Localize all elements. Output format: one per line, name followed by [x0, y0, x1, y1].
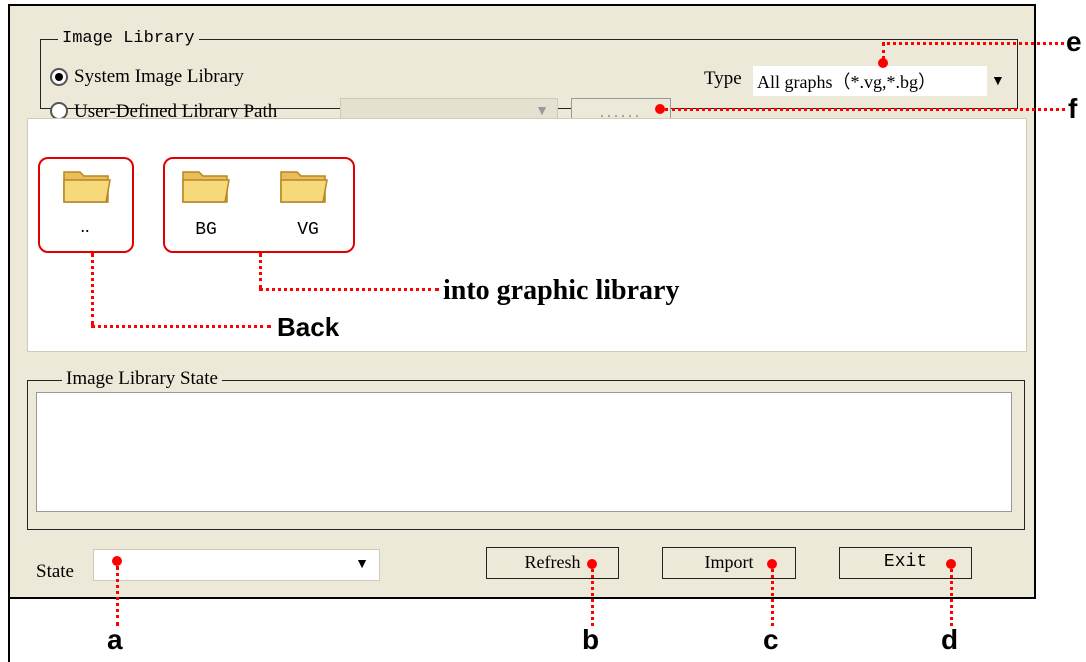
refresh-button-label: Refresh — [524, 552, 581, 572]
annotation-line-back-v — [91, 253, 94, 325]
radio-selected-dot — [55, 73, 63, 81]
folder-item-bg[interactable]: BG — [176, 166, 246, 246]
type-select[interactable]: All graphs（*.vg,*.bg） ▼ — [753, 66, 1009, 96]
annotation-dot-b — [587, 559, 597, 569]
type-select-field: All graphs（*.vg,*.bg） — [753, 66, 987, 96]
type-label: Type — [704, 68, 742, 89]
outer-frame-edge — [8, 596, 10, 662]
annotation-line-e-v — [882, 43, 885, 59]
annotation-dot-f — [655, 104, 665, 114]
annotation-line-into-v — [259, 253, 262, 289]
back-folder-item[interactable]: .. — [50, 166, 120, 246]
annotation-into-graphic-library: into graphic library — [443, 275, 680, 306]
annotation-label-d: d — [941, 624, 959, 655]
folder-icon — [182, 171, 230, 203]
library-state-textarea[interactable] — [36, 392, 1012, 512]
library-state-legend: Image Library State — [62, 369, 222, 388]
annotation-dot-a — [112, 556, 122, 566]
type-select-value: All graphs（*.vg,*.bg） — [757, 72, 936, 92]
folder-label-bg: BG — [195, 220, 217, 240]
annotation-label-c: c — [763, 624, 779, 655]
annotation-line-f — [665, 108, 1065, 111]
back-folder-label: .. — [80, 216, 90, 236]
annotation-line-d — [950, 569, 953, 626]
annotation-line-c — [771, 569, 774, 626]
annotation-label-e: e — [1066, 26, 1082, 57]
exit-button-label: Exit — [883, 552, 928, 572]
chevron-down-icon: ▼ — [991, 74, 1005, 89]
annotation-label-b: b — [582, 624, 600, 655]
annotation-line-e-h — [882, 42, 1064, 45]
annotation-back: Back — [277, 312, 340, 342]
annotation-dot-e — [878, 58, 888, 68]
state-select[interactable]: ▼ — [93, 549, 380, 581]
annotation-label-a: a — [107, 624, 123, 655]
folder-item-vg[interactable]: VG — [274, 166, 344, 246]
annotation-line-a — [116, 566, 119, 626]
system-library-radio[interactable] — [50, 68, 68, 86]
folder-icon — [63, 171, 111, 203]
annotation-line-into-h — [259, 288, 439, 291]
annotation-line-b — [591, 569, 594, 626]
chevron-down-icon: ▼ — [355, 557, 369, 572]
import-button-label: Import — [704, 552, 754, 572]
annotation-dot-c — [767, 559, 777, 569]
refresh-button[interactable]: Refresh — [486, 547, 619, 579]
annotation-label-f: f — [1068, 93, 1078, 124]
annotation-dot-d — [946, 559, 956, 569]
state-label: State — [36, 561, 74, 582]
annotation-line-back-h — [91, 325, 271, 328]
folder-icon — [280, 171, 328, 203]
folder-label-vg: VG — [297, 220, 319, 240]
system-library-label[interactable]: System Image Library — [74, 66, 244, 88]
image-library-legend: Image Library — [58, 30, 199, 48]
